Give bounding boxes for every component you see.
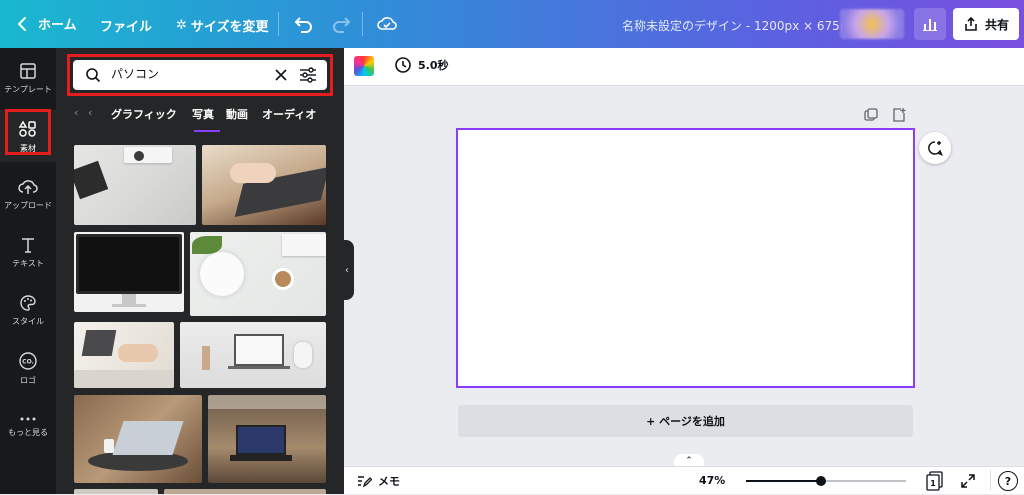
zoom-level[interactable]: 47% <box>699 474 725 487</box>
rail-label: アップロード <box>4 200 52 210</box>
palette-icon <box>20 294 36 311</box>
template-icon <box>20 62 36 79</box>
rail-label: もっと見る <box>8 427 48 437</box>
cloud-check-icon <box>377 17 397 30</box>
insights-button[interactable] <box>914 8 946 40</box>
share-button[interactable]: 共有 <box>953 8 1019 40</box>
elements-panel: ‹ ‹ グラフィック 写真 動画 オーディオ <box>56 48 344 494</box>
bottom-bar: メモ 47% 1 ? <box>344 466 1024 494</box>
zoom-slider-handle[interactable] <box>816 476 826 486</box>
redo-icon <box>333 17 351 33</box>
rail-item-styles[interactable]: スタイル <box>0 284 56 336</box>
zoom-slider[interactable] <box>746 476 906 486</box>
chevron-left-icon[interactable]: ‹ <box>88 106 92 119</box>
text-icon <box>22 237 34 253</box>
home-button[interactable]: ホーム <box>14 14 77 33</box>
design-page[interactable] <box>456 128 915 388</box>
rail-item-templates[interactable]: テンプレート <box>0 52 56 104</box>
pages-icon: 1 <box>926 471 943 491</box>
divider <box>362 12 363 36</box>
duration-button[interactable]: 5.0秒 <box>394 56 449 74</box>
search-box[interactable] <box>73 60 327 90</box>
photo-thumbnail[interactable] <box>164 489 326 494</box>
collapse-panel-button[interactable]: ‹ <box>340 240 354 300</box>
rail-item-text[interactable]: テキスト <box>0 226 56 278</box>
rail-item-uploads[interactable]: アップロード <box>0 168 56 220</box>
photo-thumbnail[interactable] <box>74 322 174 388</box>
top-bar: ホーム ファイル ✲ サイズを変更 名称未設定のデザイン - 1200px × … <box>0 0 1024 48</box>
chevron-left-icon: ‹ <box>345 264 349 276</box>
add-comment-button[interactable] <box>919 132 951 164</box>
redo-button[interactable] <box>331 13 353 39</box>
notes-button[interactable]: メモ <box>356 473 400 489</box>
photo-thumbnail[interactable] <box>74 489 158 494</box>
duplicate-page-icon[interactable] <box>864 108 878 122</box>
page-actions <box>864 108 906 122</box>
help-button[interactable]: ? <box>998 471 1018 491</box>
design-title[interactable]: 名称未設定のデザイン - 1200px × 675px <box>622 17 855 34</box>
rail-label: スタイル <box>12 316 44 326</box>
expand-icon <box>961 474 975 488</box>
bar-chart-icon <box>923 19 937 31</box>
chevron-left-icon <box>17 16 26 31</box>
chevron-up-icon: ⌃ <box>685 456 693 466</box>
add-page-icon[interactable] <box>892 108 906 122</box>
search-icon <box>86 68 101 83</box>
tab-graphics[interactable]: グラフィック <box>111 106 177 122</box>
undo-button[interactable] <box>292 13 314 39</box>
resize-label: サイズを変更 <box>190 20 269 35</box>
left-rail: テンプレート 素材 アップロード テキスト スタイル CO. ロゴ もっと見る <box>0 48 56 494</box>
active-tab-indicator <box>194 130 220 132</box>
share-icon <box>965 16 977 31</box>
rail-label: テキスト <box>12 258 44 268</box>
photo-thumbnail[interactable] <box>74 145 196 225</box>
divider <box>990 470 991 490</box>
avatar[interactable] <box>840 9 904 39</box>
editor-toolbar: 5.0秒 <box>344 48 1024 86</box>
save-status-button[interactable] <box>376 13 398 39</box>
add-page-button[interactable]: + ページを追加 <box>458 405 913 437</box>
media-tabs: ‹ ‹ グラフィック 写真 動画 オーディオ <box>74 106 344 130</box>
fullscreen-button[interactable] <box>960 473 976 493</box>
comment-add-icon <box>928 141 943 156</box>
page-count-button[interactable]: 1 <box>926 471 944 495</box>
photo-thumbnail[interactable] <box>74 232 184 312</box>
tab-audio[interactable]: オーディオ <box>262 106 316 122</box>
photo-thumbnail[interactable] <box>180 322 326 388</box>
notes-icon <box>358 476 372 488</box>
tab-videos[interactable]: 動画 <box>226 106 248 122</box>
clear-icon[interactable] <box>275 69 287 81</box>
home-label: ホーム <box>38 18 77 33</box>
rail-label: テンプレート <box>4 84 52 94</box>
search-input[interactable] <box>111 66 261 80</box>
logo-icon: CO. <box>19 351 37 370</box>
notes-label: メモ <box>378 475 400 488</box>
rail-item-more[interactable]: もっと見る <box>0 400 56 452</box>
highlight-box <box>5 109 51 155</box>
photo-thumbnail[interactable] <box>202 145 326 225</box>
rail-item-logos[interactable]: CO. ロゴ <box>0 342 56 394</box>
file-menu-button[interactable]: ファイル <box>100 16 152 35</box>
more-icon <box>20 417 36 420</box>
zoom-slider-fill <box>746 480 821 482</box>
photo-thumbnail[interactable] <box>74 395 202 483</box>
share-label: 共有 <box>984 17 1009 32</box>
chevron-left-icon[interactable]: ‹ <box>74 106 78 119</box>
background-color-button[interactable] <box>354 56 374 76</box>
duration-label: 5.0秒 <box>418 59 449 72</box>
filter-icon[interactable] <box>299 67 317 83</box>
clock-icon <box>395 57 411 73</box>
page-count: 1 <box>930 479 936 488</box>
resize-button[interactable]: ✲ サイズを変更 <box>176 16 269 35</box>
undo-icon <box>294 17 312 33</box>
photo-thumbnail[interactable] <box>190 232 326 316</box>
sparkle-icon: ✲ <box>176 18 187 33</box>
upload-icon <box>18 179 38 194</box>
rail-label: ロゴ <box>20 375 36 385</box>
tab-photos[interactable]: 写真 <box>192 106 214 122</box>
divider <box>278 12 279 36</box>
photo-thumbnail[interactable] <box>208 395 326 483</box>
svg-text:CO.: CO. <box>22 358 34 365</box>
